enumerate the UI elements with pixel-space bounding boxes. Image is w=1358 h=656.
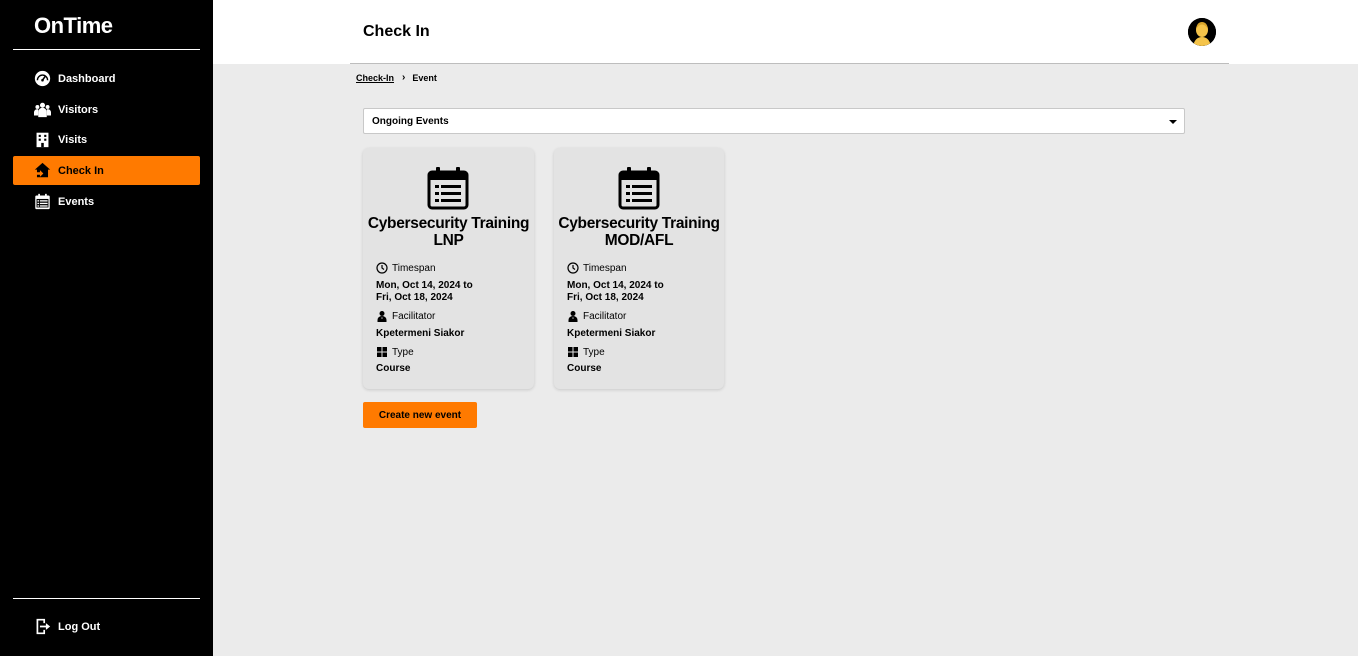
avatar-icon xyxy=(1188,18,1216,46)
person-icon xyxy=(376,310,388,322)
logout-button[interactable]: Log Out xyxy=(13,612,200,641)
timespan-label: Timespan xyxy=(376,262,436,274)
sidebar-item-label: Events xyxy=(58,195,95,208)
app-logo: OnTime xyxy=(34,13,113,38)
sidebar-item-events[interactable]: Events xyxy=(13,187,200,216)
building-icon xyxy=(34,131,51,148)
visitors-icon xyxy=(34,101,51,118)
person-icon xyxy=(567,310,579,322)
calendar-icon xyxy=(427,167,469,210)
event-card[interactable]: Cybersecurity Training LNP Timespan Mon,… xyxy=(363,148,534,389)
sidebar-item-visits[interactable]: Visits xyxy=(13,125,200,154)
facilitator-name: Kpetermeni Siakor xyxy=(376,328,465,339)
breadcrumb: Check-In › Event xyxy=(356,72,437,83)
type-label: Type xyxy=(567,346,605,358)
event-card[interactable]: Cybersecurity Training MOD/AFL Timespan … xyxy=(554,148,724,389)
grid-icon xyxy=(567,346,579,358)
timespan-start: Mon, Oct 14, 2024 to xyxy=(376,280,473,291)
event-title: Cybersecurity Training LNP xyxy=(367,215,530,249)
type-value: Course xyxy=(567,363,602,374)
facilitator-label: Facilitator xyxy=(567,310,626,322)
facilitator-label: Facilitator xyxy=(376,310,435,322)
sidebar-item-check-in[interactable]: Check In xyxy=(13,156,200,185)
user-avatar[interactable] xyxy=(1188,18,1216,46)
chevron-right-icon: › xyxy=(402,72,406,83)
timespan-end: Fri, Oct 18, 2024 xyxy=(567,292,644,303)
type-label: Type xyxy=(376,346,414,358)
create-event-button[interactable]: Create new event xyxy=(363,402,477,428)
breadcrumb-current: Event xyxy=(412,72,437,83)
sidebar: OnTime Dashboard Visitors Visits Check I… xyxy=(0,0,213,656)
sidebar-item-label: Visitors xyxy=(58,103,99,116)
logout-label: Log Out xyxy=(58,620,101,633)
sidebar-item-label: Check In xyxy=(58,164,104,177)
timespan-end: Fri, Oct 18, 2024 xyxy=(376,292,453,303)
sidebar-divider xyxy=(13,49,200,50)
calendar-icon xyxy=(34,193,51,210)
event-filter-select[interactable]: Ongoing Events xyxy=(363,108,1185,134)
dashboard-icon xyxy=(34,70,51,87)
clock-icon xyxy=(376,262,388,274)
sidebar-item-label: Visits xyxy=(58,133,88,146)
header-divider xyxy=(350,63,1229,64)
facilitator-name: Kpetermeni Siakor xyxy=(567,328,656,339)
logout-icon xyxy=(34,618,51,635)
sidebar-divider xyxy=(13,598,200,599)
calendar-icon xyxy=(618,167,660,210)
page-title: Check In xyxy=(363,23,430,40)
timespan-label: Timespan xyxy=(567,262,627,274)
type-value: Course xyxy=(376,363,411,374)
chevron-down-icon xyxy=(1169,120,1177,124)
timespan-start: Mon, Oct 14, 2024 to xyxy=(567,280,664,291)
sidebar-item-dashboard[interactable]: Dashboard xyxy=(13,64,200,93)
check-in-icon xyxy=(34,162,51,179)
grid-icon xyxy=(376,346,388,358)
sidebar-item-label: Dashboard xyxy=(58,72,116,85)
breadcrumb-link-check-in[interactable]: Check-In xyxy=(356,73,394,83)
sidebar-item-visitors[interactable]: Visitors xyxy=(13,95,200,124)
select-value: Ongoing Events xyxy=(372,115,449,127)
event-title: Cybersecurity Training MOD/AFL xyxy=(558,215,720,249)
clock-icon xyxy=(567,262,579,274)
